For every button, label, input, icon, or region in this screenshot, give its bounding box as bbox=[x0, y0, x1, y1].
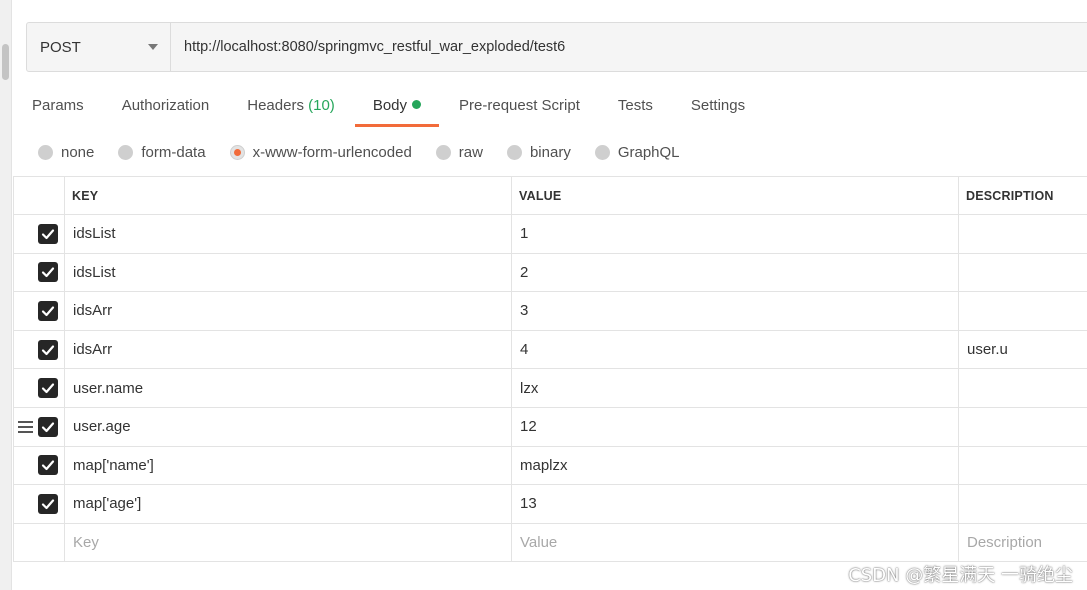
new-value-input[interactable]: Value bbox=[511, 522, 959, 563]
row-checkbox[interactable] bbox=[38, 223, 58, 244]
tab-authorization[interactable]: Authorization bbox=[122, 92, 210, 126]
row-key[interactable]: idsArr bbox=[64, 291, 512, 331]
row-description[interactable] bbox=[958, 484, 1087, 524]
chevron-down-icon bbox=[148, 44, 158, 50]
row-key[interactable]: user.name bbox=[64, 368, 512, 408]
row-key[interactable]: idsArr bbox=[64, 329, 512, 370]
row-value[interactable]: 1 bbox=[511, 214, 959, 254]
table-row: map['name'] maplzx bbox=[13, 445, 1087, 486]
radio-circle-icon bbox=[506, 144, 522, 160]
body-indicator-dot bbox=[412, 100, 422, 109]
row-description[interactable] bbox=[958, 214, 1087, 254]
method-select[interactable]: POST bbox=[27, 23, 171, 71]
table-row: idsList 2 bbox=[13, 252, 1087, 293]
row-checkbox[interactable] bbox=[38, 378, 58, 399]
row-key[interactable]: map['name'] bbox=[64, 445, 512, 486]
radio-binary[interactable]: binary bbox=[506, 144, 571, 161]
row-checkbox[interactable] bbox=[38, 339, 58, 360]
tab-tests[interactable]: Tests bbox=[618, 92, 653, 126]
table-row: map['age'] 13 bbox=[13, 484, 1087, 524]
header-key: KEY bbox=[64, 176, 512, 215]
table-row: idsArr 3 bbox=[13, 291, 1087, 331]
request-bar: POST bbox=[26, 22, 1087, 72]
request-tabs: Params Authorization Headers (10) Body P… bbox=[32, 92, 783, 128]
tab-params[interactable]: Params bbox=[32, 92, 84, 126]
tab-body[interactable]: Body bbox=[354, 92, 440, 127]
radio-selected-icon bbox=[229, 144, 245, 160]
radio-form-data[interactable]: form-data bbox=[118, 144, 206, 161]
row-key[interactable]: map['age'] bbox=[64, 484, 512, 524]
watermark: CSDN @繁星满天 一骑绝尘 bbox=[848, 565, 1073, 586]
row-key[interactable]: user.age bbox=[64, 406, 512, 447]
row-description[interactable] bbox=[958, 252, 1087, 293]
radio-none[interactable]: none bbox=[38, 144, 94, 161]
check-icon bbox=[41, 306, 55, 317]
new-description-input[interactable]: Description bbox=[958, 522, 1087, 563]
check-icon bbox=[41, 267, 55, 278]
header-checkbox-col bbox=[13, 176, 65, 215]
drag-handle-icon[interactable] bbox=[18, 420, 33, 433]
row-value[interactable]: 12 bbox=[511, 406, 959, 447]
radio-circle-icon bbox=[435, 144, 451, 160]
row-checkbox[interactable] bbox=[38, 493, 58, 514]
tab-headers[interactable]: Headers (10) bbox=[247, 92, 335, 126]
header-description: DESCRIPTION bbox=[958, 176, 1087, 215]
row-value[interactable]: 13 bbox=[511, 484, 959, 524]
check-icon bbox=[41, 383, 55, 394]
row-value[interactable]: 3 bbox=[511, 291, 959, 331]
scrollbar-thumb[interactable] bbox=[2, 44, 9, 80]
row-description[interactable] bbox=[958, 291, 1087, 331]
radio-x-www-form-urlencoded[interactable]: x-www-form-urlencoded bbox=[229, 144, 412, 161]
params-table: KEY VALUE DESCRIPTION idsList 1 idsList … bbox=[13, 176, 1087, 563]
radio-raw[interactable]: raw bbox=[435, 144, 483, 161]
check-icon bbox=[41, 460, 55, 471]
row-description[interactable]: user.u bbox=[958, 329, 1087, 370]
radio-circle-icon bbox=[118, 144, 134, 160]
tab-settings[interactable]: Settings bbox=[691, 92, 745, 126]
check-icon bbox=[41, 499, 55, 510]
method-label: POST bbox=[40, 38, 81, 56]
table-row: user.name lzx bbox=[13, 368, 1087, 408]
row-description[interactable] bbox=[958, 445, 1087, 486]
row-description[interactable] bbox=[958, 406, 1087, 447]
radio-circle-icon bbox=[594, 144, 610, 160]
row-checkbox[interactable] bbox=[38, 300, 58, 321]
check-icon bbox=[41, 344, 55, 355]
row-key[interactable]: idsList bbox=[64, 252, 512, 293]
row-value[interactable]: maplzx bbox=[511, 445, 959, 486]
new-key-input[interactable]: Key bbox=[64, 522, 512, 563]
row-value[interactable]: 2 bbox=[511, 252, 959, 293]
row-checkbox[interactable] bbox=[38, 416, 58, 437]
table-row: user.age 12 bbox=[13, 406, 1087, 447]
row-checkbox[interactable] bbox=[38, 262, 58, 283]
left-scrollbar[interactable] bbox=[0, 0, 12, 590]
row-value[interactable]: 4 bbox=[511, 329, 959, 370]
table-header-row: KEY VALUE DESCRIPTION bbox=[13, 176, 1087, 215]
headers-count: (10) bbox=[308, 97, 335, 114]
row-description[interactable] bbox=[958, 368, 1087, 408]
row-checkbox[interactable] bbox=[38, 455, 58, 476]
new-row: Key Value Description bbox=[13, 522, 1087, 563]
body-type-selector: none form-data x-www-form-urlencoded raw… bbox=[38, 142, 704, 162]
row-key[interactable]: idsList bbox=[64, 214, 512, 254]
url-input[interactable] bbox=[171, 23, 1087, 71]
tab-pre-request-script[interactable]: Pre-request Script bbox=[459, 92, 580, 126]
header-value: VALUE bbox=[511, 176, 959, 215]
table-row: idsList 1 bbox=[13, 214, 1087, 254]
check-icon bbox=[41, 422, 55, 432]
table-row: idsArr 4 user.u bbox=[13, 329, 1087, 370]
check-icon bbox=[41, 229, 55, 239]
row-value[interactable]: lzx bbox=[511, 368, 959, 408]
radio-circle-icon bbox=[38, 144, 53, 160]
radio-graphql[interactable]: GraphQL bbox=[594, 144, 680, 161]
